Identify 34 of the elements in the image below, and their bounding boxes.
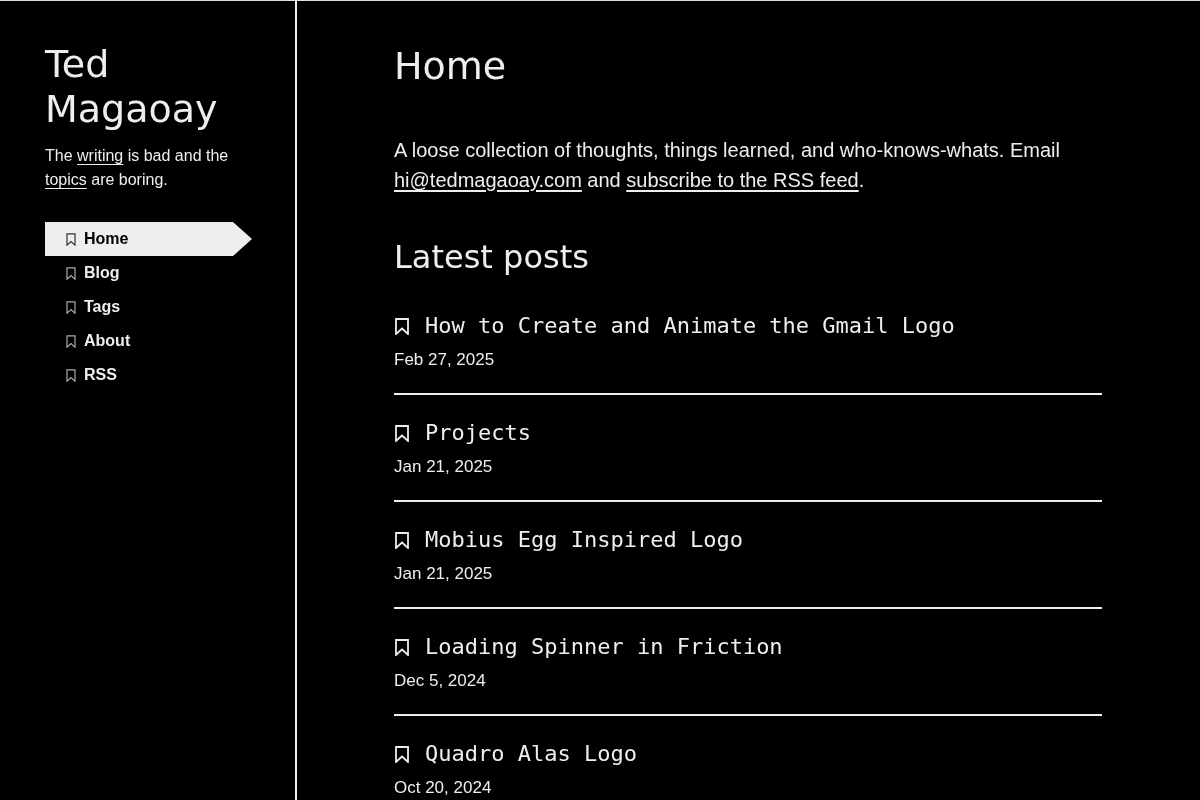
nav-item[interactable]: Home <box>45 222 252 256</box>
text-link[interactable]: writing <box>77 147 124 164</box>
bookmark-icon <box>395 317 409 335</box>
post-title-link[interactable]: Projects <box>425 418 531 448</box>
bookmark-icon <box>395 531 409 549</box>
bookmark-icon <box>66 300 76 314</box>
bookmark-icon <box>66 266 76 280</box>
post-date: Jan 21, 2025 <box>394 563 494 585</box>
text-link[interactable]: hi@tedmagaoay.com <box>394 169 582 191</box>
bookmark-icon <box>66 334 76 348</box>
nav-item[interactable]: About <box>45 324 252 358</box>
bookmark-icon <box>66 232 76 246</box>
post-title-link[interactable]: Loading Spinner in Friction <box>425 632 783 662</box>
text-link[interactable]: topics <box>45 171 87 188</box>
post-title-link[interactable]: Quadro Alas Logo <box>425 739 637 769</box>
site-title: Ted Magaoay <box>45 42 219 132</box>
post-date: Jan 21, 2025 <box>394 456 494 478</box>
nav-item[interactable]: Blog <box>45 256 252 290</box>
nav-item[interactable]: Tags <box>45 290 252 324</box>
text-link[interactable]: subscribe to the RSS feed <box>626 169 859 191</box>
tagline: The writing is bad and the topics are boring. <box>45 146 230 190</box>
bookmark-icon <box>66 368 76 382</box>
bookmark-icon <box>395 424 409 442</box>
page-title: Home <box>394 43 508 90</box>
post-title-link[interactable]: Mobius Egg Inspired Logo <box>425 525 743 555</box>
intro-text: A loose collection of thoughts, things learned, and who-knows-whats. Email hi@tedmagaoay.com and subscribe to the RSS feed. <box>394 138 1061 193</box>
post-title-link[interactable]: How to Create and Animate the Gmail Logo <box>425 311 955 341</box>
bookmark-icon <box>395 638 409 656</box>
post-date: Oct 20, 2024 <box>394 777 493 799</box>
post-date: Dec 5, 2024 <box>394 670 487 692</box>
bookmark-icon <box>395 745 409 763</box>
section-title: Latest posts <box>394 237 590 277</box>
post-date: Feb 27, 2025 <box>394 349 496 371</box>
nav-item[interactable]: RSS <box>45 358 252 392</box>
